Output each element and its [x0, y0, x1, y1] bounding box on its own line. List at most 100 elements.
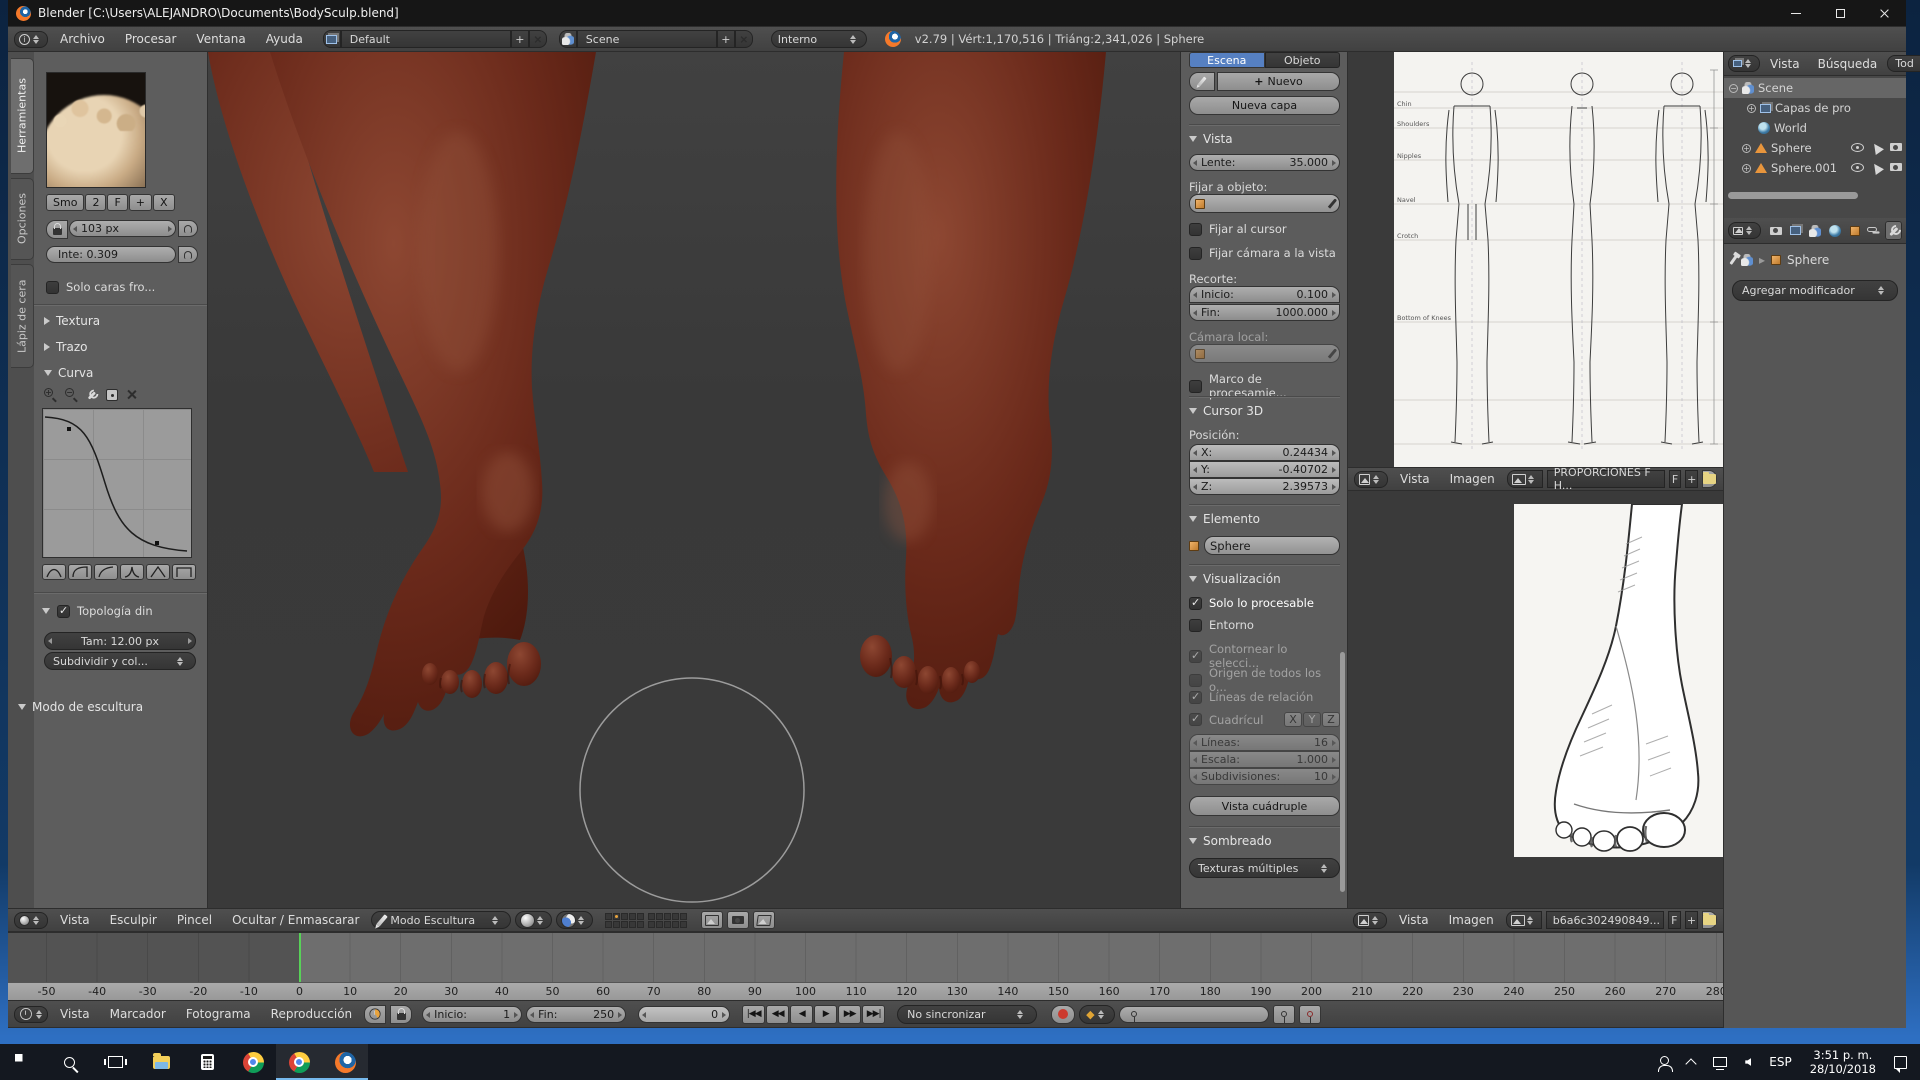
frame-end-slider[interactable]: Fin:250 [526, 1006, 626, 1023]
menu-ocultar-enmascarar[interactable]: Ocultar / Enmascarar [224, 913, 367, 927]
menu-archivo[interactable]: Archivo [52, 32, 113, 46]
expand-icon[interactable]: + [1742, 144, 1751, 153]
preset-constant-icon[interactable] [172, 564, 196, 580]
cursor-z-slider[interactable]: Z:2.39573 [1189, 478, 1340, 495]
add-brush-button[interactable]: + [129, 194, 152, 211]
expand-icon[interactable]: + [1747, 104, 1756, 113]
show-hidden-icons-button[interactable] [1680, 1044, 1702, 1080]
maximize-button[interactable] [1818, 0, 1862, 26]
chrome-button-2[interactable] [276, 1044, 322, 1080]
menu-reproduccion[interactable]: Reproducción [263, 1007, 361, 1021]
add-modifier-select[interactable]: Agregar modificador [1732, 280, 1898, 301]
image-editor-bottom[interactable] [1348, 491, 1723, 908]
radius-unlock-button[interactable] [46, 220, 68, 239]
add-layout-button[interactable]: + [511, 30, 529, 48]
grid-x-toggle[interactable]: X [1284, 712, 1302, 727]
jump-to-start-button[interactable]: |◀◀ [742, 1005, 765, 1024]
editor-type-button[interactable] [1728, 55, 1760, 72]
radius-slider[interactable]: 103 px [69, 220, 176, 237]
panel-textura-header[interactable]: Textura [44, 314, 100, 328]
gp-source-scene-button[interactable]: Escena [1189, 52, 1265, 68]
all-origins-checkbox[interactable] [1189, 674, 1202, 687]
render-anim-button[interactable] [753, 911, 775, 929]
brush-users-button[interactable]: 2 [85, 194, 106, 211]
tab-modifiers[interactable] [1885, 221, 1902, 240]
outliner-row-sphere[interactable]: + Sphere [1724, 138, 1906, 158]
quad-view-button[interactable]: Vista cuádruple [1189, 796, 1340, 816]
menu-vista[interactable]: Vista [1762, 57, 1808, 71]
outliner-row-scene[interactable]: − Scene [1724, 78, 1906, 98]
preset-sphere-icon[interactable] [68, 564, 92, 580]
detail-size-slider[interactable]: Tam: 12.00 px [44, 632, 196, 650]
layers-grid-2[interactable] [648, 913, 687, 928]
taskbar-search-button[interactable] [46, 1044, 92, 1080]
selectability-icon[interactable] [1870, 141, 1884, 155]
relation-lines-checkbox[interactable] [1189, 691, 1202, 704]
blender-taskbar-button[interactable] [322, 1044, 368, 1080]
screen-layout-field[interactable]: Default [341, 30, 511, 48]
editor-type-button[interactable]: i [14, 31, 48, 48]
action-center-button[interactable] [1887, 1044, 1914, 1080]
sculpt-mode-panel-header[interactable]: Modo de escultura [18, 700, 208, 714]
calculator-button[interactable] [184, 1044, 230, 1080]
preset-root-icon[interactable] [94, 564, 118, 580]
image-datablock-field[interactable]: PROPORCIONES F H... [1547, 470, 1665, 488]
lock-cursor-checkbox[interactable] [1189, 223, 1202, 236]
file-explorer-button[interactable] [138, 1044, 184, 1080]
grid-lines-slider[interactable]: Líneas:16 [1189, 734, 1340, 751]
taskbar-clock[interactable]: 3:51 p. m. 28/10/2018 [1803, 1044, 1883, 1080]
strength-pressure-button[interactable] [178, 246, 198, 263]
gp-pencil-button[interactable] [1189, 72, 1215, 91]
strength-slider[interactable]: Inte: 0.309 [46, 246, 176, 263]
gp-source-object-button[interactable]: Objeto [1265, 52, 1341, 68]
grid-y-toggle[interactable]: Y [1303, 712, 1321, 727]
use-preview-range-button[interactable] [364, 1005, 386, 1024]
lens-slider[interactable]: Lente:35.000 [1189, 154, 1340, 171]
render-border-button[interactable] [727, 911, 749, 929]
menu-vista[interactable]: Vista [1392, 472, 1438, 486]
shading-panel-header[interactable]: Sombreado [1189, 834, 1340, 848]
brush-preview[interactable] [46, 72, 146, 188]
zoom-in-icon[interactable]: + [44, 388, 57, 401]
object-name-field[interactable]: Sphere [1204, 536, 1340, 555]
image-datablock-field[interactable]: b6a6c302490849... [1546, 911, 1664, 929]
people-button[interactable] [1653, 1044, 1676, 1080]
panel-trazo-header[interactable]: Trazo [44, 340, 88, 354]
language-indicator[interactable]: ESP [1762, 1044, 1798, 1080]
menu-busqueda[interactable]: Búsqueda [1810, 57, 1886, 71]
delete-keyframe-button[interactable] [1299, 1005, 1321, 1024]
gp-new-button[interactable]: +Nuevo [1217, 72, 1340, 91]
scene-browse-button[interactable] [559, 30, 577, 48]
image-editor-top[interactable]: Chin Shoulders Nipples Navel Crotch Bott… [1348, 52, 1723, 467]
expand-icon[interactable]: + [1742, 164, 1751, 173]
frame-start-slider[interactable]: Inicio:1 [422, 1006, 522, 1023]
panel-curva-header[interactable]: Curva [44, 366, 93, 380]
current-frame-line[interactable] [299, 933, 301, 982]
tab-scene[interactable] [1807, 221, 1824, 240]
vista-panel-header[interactable]: Vista [1189, 132, 1340, 146]
display-mode-select[interactable]: Tod [1887, 55, 1920, 72]
brush-name-button[interactable]: Smo [46, 194, 84, 211]
render-engine-select[interactable]: Interno [771, 30, 867, 48]
preset-smooth-icon[interactable] [42, 564, 66, 580]
grid-scale-slider[interactable]: Escala:1.000 [1189, 751, 1340, 768]
cursor-x-slider[interactable]: X:0.24434 [1189, 444, 1340, 461]
task-view-button[interactable] [92, 1044, 138, 1080]
new-image-button[interactable]: + [1685, 470, 1698, 488]
unlink-brush-button[interactable]: X [153, 194, 175, 211]
new-image-button[interactable]: + [1685, 911, 1698, 929]
tab-opciones[interactable]: Opciones [11, 178, 34, 260]
menu-vista[interactable]: Vista [52, 1007, 98, 1021]
outliner-row-renderlayers[interactable]: + Capas de pro [1724, 98, 1906, 118]
keying-set-type-select[interactable]: ◆ [1079, 1005, 1114, 1024]
network-button[interactable] [1706, 1044, 1734, 1080]
menu-vista[interactable]: Vista [52, 913, 98, 927]
local-camera-field[interactable] [1189, 344, 1340, 363]
editor-type-button[interactable] [14, 1006, 48, 1023]
fake-user-button[interactable]: F [107, 194, 127, 211]
menu-ventana[interactable]: Ventana [188, 32, 253, 46]
menu-procesar[interactable]: Procesar [117, 32, 185, 46]
selectability-icon[interactable] [1870, 161, 1884, 175]
only-render-checkbox[interactable] [1189, 597, 1202, 610]
tab-object[interactable] [1846, 221, 1863, 240]
